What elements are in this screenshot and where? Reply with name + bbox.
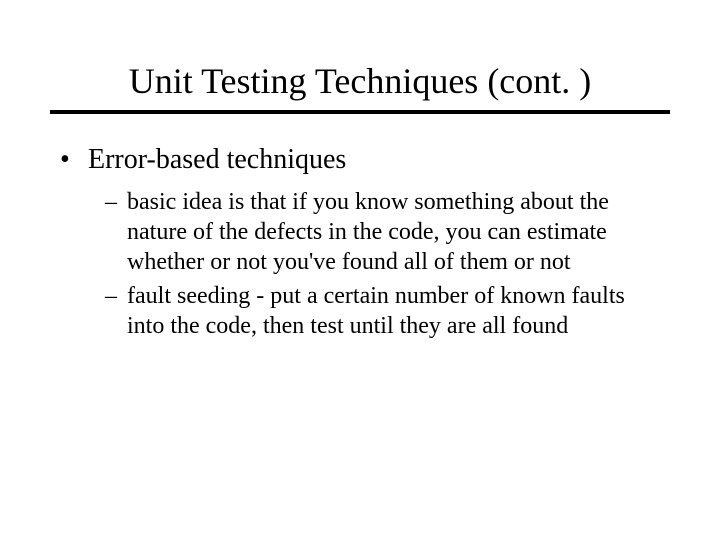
slide-title: Unit Testing Techniques (cont. ) (50, 60, 670, 102)
dash-marker: – (105, 281, 127, 341)
bullet-level2: – basic idea is that if you know somethi… (105, 187, 660, 277)
bullet-level2: – fault seeding - put a certain number o… (105, 281, 660, 341)
dash-marker: – (105, 187, 127, 277)
slide: Unit Testing Techniques (cont. ) • Error… (0, 0, 720, 540)
bullet-text: fault seeding - put a certain number of … (127, 281, 660, 341)
bullet-text: basic idea is that if you know something… (127, 187, 660, 277)
slide-body: • Error-based techniques – basic idea is… (50, 142, 670, 341)
bullet-marker: • (60, 142, 88, 177)
bullet-level1: • Error-based techniques (60, 142, 660, 177)
bullet-text: Error-based techniques (88, 142, 660, 177)
title-underline (50, 110, 670, 114)
